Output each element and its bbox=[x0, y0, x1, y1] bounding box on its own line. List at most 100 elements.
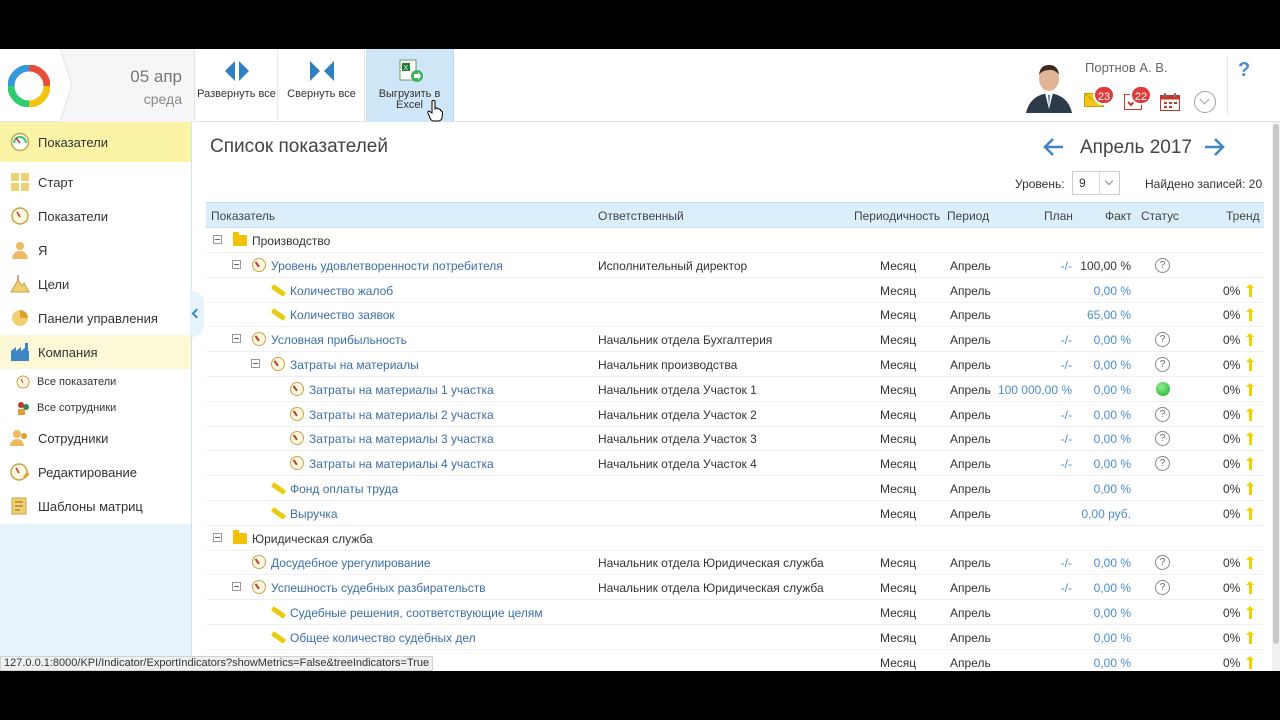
sidebar-subitem-label: Все показатели bbox=[37, 376, 117, 388]
table-row[interactable]: Затраты на материалы 3 участка Начальник … bbox=[206, 426, 1264, 452]
sidebar-item-start[interactable]: Старт bbox=[0, 165, 191, 199]
pie-chart-icon bbox=[12, 310, 28, 326]
table-group-row[interactable]: Производство bbox=[206, 228, 1264, 253]
table-row[interactable]: Затраты на материалы 1 участка Начальник … bbox=[206, 377, 1264, 402]
users-icon bbox=[10, 430, 27, 446]
table-row[interactable]: Выручка Месяц Апрель 0,00 руб. 0% bbox=[206, 501, 1264, 526]
column-header-indicator[interactable]: Показатель bbox=[211, 209, 275, 223]
table-row[interactable]: Судебные решения, соответствующие целям М… bbox=[206, 600, 1264, 625]
sidebar-item-me[interactable]: Я bbox=[0, 233, 191, 267]
tree-toggle-icon[interactable] bbox=[232, 259, 241, 269]
tree-toggle-icon[interactable] bbox=[232, 334, 241, 344]
help-icon[interactable]: ? bbox=[1238, 59, 1250, 82]
indicator-link[interactable]: Условная прибыльность bbox=[271, 333, 407, 347]
tree-toggle-icon[interactable] bbox=[251, 359, 260, 368]
column-header-trend[interactable]: Тренд bbox=[1226, 209, 1260, 223]
tree-toggle-icon[interactable] bbox=[232, 582, 241, 592]
fact-cell: 0,00 руб. bbox=[1081, 506, 1131, 521]
avatar[interactable] bbox=[1024, 59, 1074, 113]
expand-all-button[interactable]: Развернуть все bbox=[196, 49, 278, 122]
sidebar-item-label: Сотрудники bbox=[38, 430, 109, 446]
indicator-link[interactable]: Затраты на материалы 3 участка bbox=[309, 432, 494, 446]
sidebar-item-company[interactable]: Компания bbox=[0, 335, 191, 369]
table-row[interactable]: Общее количество судебных дел Месяц Апрель… bbox=[206, 625, 1264, 650]
status-unknown-icon: ? bbox=[1155, 431, 1170, 447]
indicator-link[interactable]: Затраты на материалы 1 участка bbox=[309, 383, 494, 397]
indicator-link[interactable]: Выручка bbox=[290, 507, 338, 521]
period-cell: Апрель bbox=[950, 358, 991, 372]
column-header-fact[interactable]: Факт bbox=[1105, 209, 1132, 223]
period-cell: Апрель bbox=[950, 432, 991, 447]
scrollbar-thumb[interactable] bbox=[1273, 124, 1279, 644]
table-row[interactable]: Количество жалоб Месяц Апрель 0,00 % 0% bbox=[206, 278, 1264, 303]
collapse-all-label: Свернуть все bbox=[287, 88, 356, 100]
sidebar-item-employees[interactable]: Сотрудники bbox=[0, 421, 191, 455]
column-header-period[interactable]: Период bbox=[947, 209, 989, 223]
indicator-link[interactable]: Затраты на материалы 2 участка bbox=[309, 408, 494, 422]
table-row[interactable]: Затраты на материалы Начальник производст… bbox=[206, 352, 1264, 377]
indicator-link[interactable]: Общее количество судебных дел bbox=[290, 631, 476, 645]
plan-cell: -/- bbox=[1060, 333, 1072, 348]
indicator-link[interactable]: Фонд оплаты труда bbox=[290, 482, 398, 496]
column-header-responsible[interactable]: Ответственный bbox=[598, 209, 684, 223]
group-name: Юридическая служба bbox=[252, 531, 373, 546]
column-header-status[interactable]: Статус bbox=[1141, 209, 1179, 223]
trend-up-icon bbox=[1246, 358, 1254, 371]
indicator-link[interactable]: Количество жалоб bbox=[290, 284, 393, 298]
table-row[interactable]: Фонд оплаты труда Месяц Апрель 0,00 % 0% bbox=[206, 476, 1264, 501]
chevron-down-icon bbox=[1099, 172, 1119, 194]
fact-cell: 0,00 % bbox=[1093, 581, 1131, 596]
fact-cell: 0,00 % bbox=[1093, 382, 1131, 397]
arrow-left-icon[interactable] bbox=[1042, 137, 1064, 157]
table-row[interactable]: Количество заявок Месяц Апрель 65,00 % 0% bbox=[206, 302, 1264, 328]
table-row[interactable]: Затраты на материалы 2 участка Начальник … bbox=[206, 402, 1264, 427]
divider-chevron-icon bbox=[60, 49, 73, 122]
table-row[interactable]: Досудебное урегулирование Начальник отдел… bbox=[206, 550, 1264, 576]
column-header-frequency[interactable]: Периодичность bbox=[854, 209, 940, 223]
indicator-link[interactable]: Досудебное урегулирование bbox=[271, 556, 431, 570]
fact-cell: 0,00 % bbox=[1093, 457, 1131, 472]
sidebar-subitem-all-employees[interactable]: Все сотрудники bbox=[0, 395, 191, 421]
sidebar-subitem-all-indicators[interactable]: Все показатели bbox=[0, 369, 191, 395]
sidebar-item-dashboards[interactable]: Панели управления bbox=[0, 301, 191, 335]
fact-cell: 0,00 % bbox=[1093, 630, 1131, 645]
logo-ring-icon bbox=[8, 65, 50, 107]
period-cell: Апрель bbox=[950, 333, 991, 348]
indicator-link[interactable]: Уровень удовлетворенности потребителя bbox=[271, 259, 503, 273]
sidebar-item-editing[interactable]: Редактирование bbox=[0, 455, 191, 489]
indicator-link[interactable]: Затраты на материалы 4 участка bbox=[309, 457, 494, 471]
table-row[interactable]: Уровень удовлетворенности потребителя Исп… bbox=[206, 253, 1264, 278]
plan-cell: -/- bbox=[1060, 556, 1072, 571]
responsible-cell: Исполнительный директор bbox=[598, 258, 748, 273]
trend-cell: 0% bbox=[1223, 482, 1241, 496]
chevron-down-icon[interactable] bbox=[1194, 91, 1216, 113]
frequency-cell: Месяц bbox=[880, 482, 917, 496]
gauge-icon bbox=[252, 257, 266, 272]
sidebar-item-active[interactable]: Показатели bbox=[0, 122, 191, 162]
table-row[interactable]: Затраты на материалы 4 участка Начальник … bbox=[206, 451, 1264, 477]
gauge-icon bbox=[290, 381, 304, 396]
calendar-icon[interactable] bbox=[1160, 93, 1180, 111]
sidebar-item-matrix-templates[interactable]: Шаблоны матриц bbox=[0, 489, 191, 523]
user-name[interactable]: Портнов А. В. bbox=[1085, 60, 1168, 75]
frequency-cell: Месяц bbox=[880, 506, 917, 521]
sidebar-item-goals[interactable]: Цели bbox=[0, 267, 191, 301]
trend-cell: 0% bbox=[1223, 655, 1241, 670]
arrow-right-icon[interactable] bbox=[1204, 137, 1226, 157]
table-row[interactable]: Успешность судебных разбирательств Началь… bbox=[206, 575, 1264, 601]
level-select[interactable]: 9 bbox=[1072, 171, 1120, 195]
tree-toggle-icon[interactable] bbox=[213, 532, 222, 542]
collapse-all-button[interactable]: Свернуть все bbox=[279, 49, 365, 122]
column-header-plan[interactable]: План bbox=[1044, 209, 1073, 223]
trend-cell: 0% bbox=[1223, 457, 1241, 472]
scrollbar[interactable] bbox=[1272, 122, 1280, 671]
sidebar-item-label: Старт bbox=[38, 174, 74, 190]
indicator-link[interactable]: Количество заявок bbox=[290, 308, 395, 322]
sidebar-item-indicators[interactable]: Показатели bbox=[0, 199, 191, 233]
table-group-row[interactable]: Юридическая служба bbox=[206, 526, 1264, 551]
indicator-link[interactable]: Затраты на материалы bbox=[290, 358, 419, 372]
indicator-link[interactable]: Судебные решения, соответствующие целям bbox=[290, 606, 543, 620]
table-row[interactable]: Условная прибыльность Начальник отдела Бу… bbox=[206, 327, 1264, 353]
indicator-link[interactable]: Успешность судебных разбирательств bbox=[271, 581, 486, 595]
tree-toggle-icon[interactable] bbox=[213, 235, 222, 244]
